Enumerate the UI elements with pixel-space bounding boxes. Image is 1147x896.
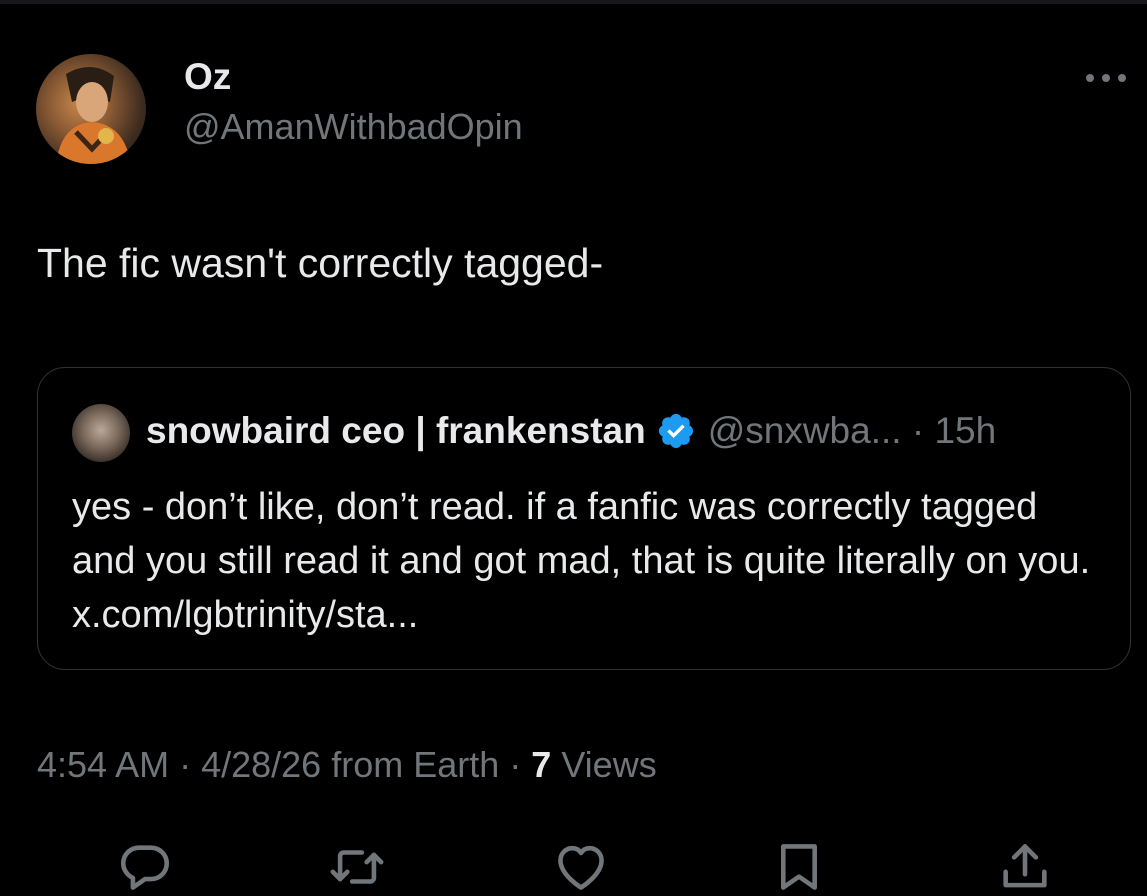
reply-icon[interactable] xyxy=(116,838,174,896)
quoted-author-avatar xyxy=(72,404,130,462)
author-avatar[interactable] xyxy=(36,54,146,164)
quoted-tweet-text: yes - don’t like, don’t read. if a fanfi… xyxy=(72,486,1091,636)
author-name[interactable]: Oz xyxy=(184,56,231,98)
retweet-icon[interactable] xyxy=(328,838,386,896)
author-handle[interactable]: @AmanWithbadOpin xyxy=(184,106,523,148)
tweet-source: from Earth xyxy=(321,744,500,785)
tweet-detail: Oz @AmanWithbadOpin The fic wasn't corre… xyxy=(0,0,1147,896)
quoted-time: 15h xyxy=(934,410,997,451)
meta-dot: · xyxy=(499,744,532,785)
quoted-author-handle: @snxwba... xyxy=(707,410,902,451)
tweet-meta: 4:54 AM · 4/28/26 from Earth · 7 Views xyxy=(37,744,657,786)
share-icon[interactable] xyxy=(996,838,1054,896)
verified-badge-icon xyxy=(656,411,696,451)
views-label: Views xyxy=(551,744,657,785)
more-icon[interactable] xyxy=(1080,64,1132,92)
top-divider xyxy=(0,0,1147,4)
views-count: 7 xyxy=(531,744,552,785)
tweet-date[interactable]: 4/28/26 xyxy=(201,744,321,785)
meta-dot: · xyxy=(169,744,202,785)
like-icon[interactable] xyxy=(552,838,610,896)
quoted-tweet-card[interactable]: snowbaird ceo | frankenstan @snxwba... ·… xyxy=(37,367,1131,670)
tweet-text: The fic wasn't correctly tagged- xyxy=(37,240,604,286)
quoted-author-name: snowbaird ceo | frankenstan xyxy=(146,410,646,451)
bookmark-icon[interactable] xyxy=(770,838,828,896)
quoted-separator: · xyxy=(901,410,935,451)
quoted-tweet-header: snowbaird ceo | frankenstan @snxwba... ·… xyxy=(146,410,996,452)
tweet-time[interactable]: 4:54 AM xyxy=(37,744,169,785)
avatar-illustration xyxy=(56,66,131,164)
